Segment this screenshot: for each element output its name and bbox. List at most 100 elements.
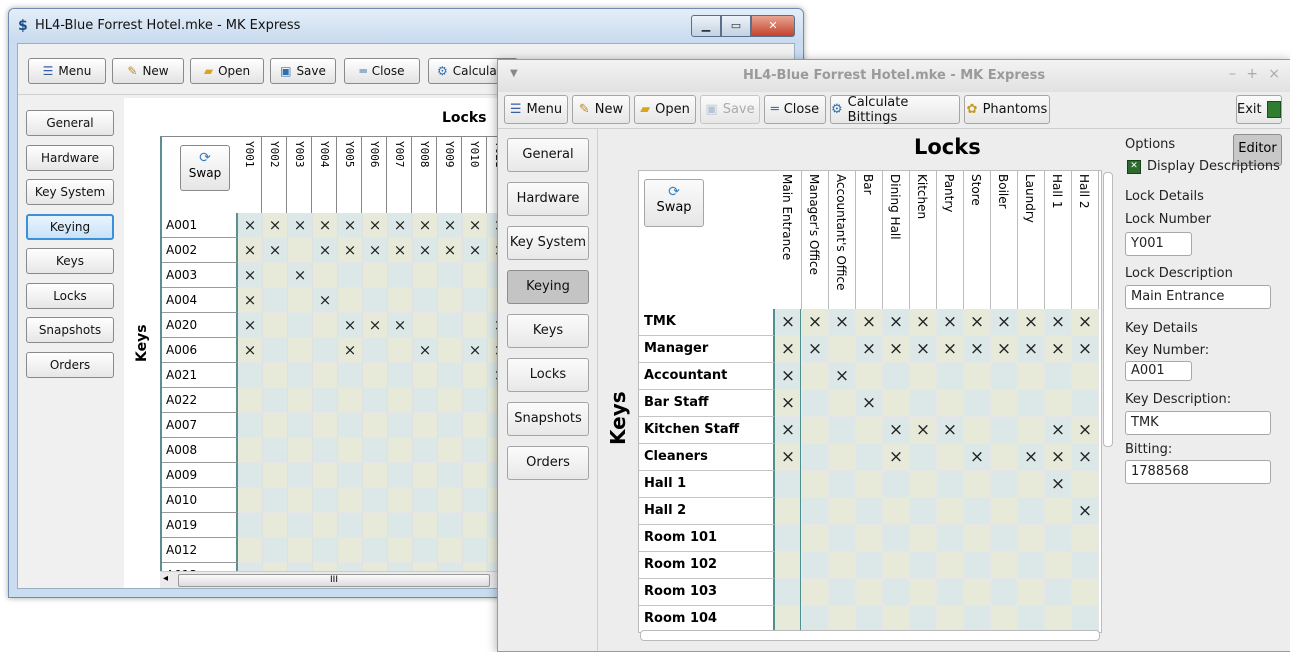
column-header-boiler[interactable]: Boiler bbox=[991, 171, 1018, 309]
back-keying-cell[interactable] bbox=[238, 413, 263, 438]
back-keying-cell[interactable] bbox=[263, 313, 288, 338]
column-header-store[interactable]: Store bbox=[964, 171, 991, 309]
keying-mark[interactable]: × bbox=[1045, 336, 1072, 363]
back-new-button[interactable]: ✎ New bbox=[112, 58, 184, 84]
keying-cell[interactable] bbox=[802, 498, 829, 525]
sidebar-item-keying[interactable]: Keying bbox=[507, 270, 589, 304]
keying-cell[interactable] bbox=[1045, 579, 1072, 606]
back-keying-cell[interactable] bbox=[413, 413, 438, 438]
keying-mark[interactable]: × bbox=[829, 363, 856, 390]
keying-cell[interactable] bbox=[802, 525, 829, 552]
key-description-field[interactable]: TMK bbox=[1125, 411, 1271, 435]
display-descriptions-label[interactable]: Display Descriptions bbox=[1147, 159, 1280, 174]
bitting-field[interactable]: 1788568 bbox=[1125, 460, 1271, 484]
keying-cell[interactable] bbox=[964, 417, 991, 444]
keying-cell[interactable] bbox=[856, 498, 883, 525]
back-save-button[interactable]: ▣ Save bbox=[270, 58, 336, 84]
keying-cell[interactable] bbox=[937, 606, 964, 632]
back-keying-cell[interactable] bbox=[463, 463, 488, 488]
back-keying-cell[interactable] bbox=[338, 538, 363, 563]
back-keying-cell[interactable] bbox=[288, 413, 313, 438]
back-keying-cell[interactable] bbox=[288, 538, 313, 563]
back-keying-cell[interactable] bbox=[263, 488, 288, 513]
lock-number-field[interactable]: Y001 bbox=[1125, 232, 1192, 256]
back-row-header[interactable]: A019 bbox=[162, 513, 238, 538]
keying-mark[interactable]: × bbox=[1045, 309, 1072, 336]
keying-cell[interactable] bbox=[829, 444, 856, 471]
sidebar-item-orders[interactable]: Orders bbox=[507, 446, 589, 480]
keying-cell[interactable] bbox=[910, 444, 937, 471]
back-keying-cell[interactable] bbox=[313, 263, 338, 288]
back-keying-cell[interactable] bbox=[363, 488, 388, 513]
back-keying-mark[interactable]: × bbox=[388, 213, 413, 238]
keying-mark[interactable]: × bbox=[883, 417, 910, 444]
maximize-icon[interactable]: + bbox=[1246, 66, 1258, 82]
back-keying-mark[interactable]: × bbox=[238, 238, 263, 263]
back-keying-mark[interactable]: × bbox=[338, 313, 363, 338]
keying-cell[interactable] bbox=[991, 390, 1018, 417]
back-keying-cell[interactable] bbox=[438, 488, 463, 513]
back-row-header[interactable]: A021 bbox=[162, 363, 238, 388]
back-keying-cell[interactable] bbox=[363, 438, 388, 463]
back-row-header[interactable]: A009 bbox=[162, 463, 238, 488]
open-button[interactable]: ▰ Open bbox=[634, 95, 696, 124]
back-keying-cell[interactable] bbox=[263, 288, 288, 313]
column-header-manager-s-office[interactable]: Manager's Office bbox=[802, 171, 829, 309]
back-keying-cell[interactable] bbox=[238, 363, 263, 388]
keying-cell[interactable] bbox=[883, 552, 910, 579]
scroll-left-icon[interactable]: ◂ bbox=[163, 573, 168, 584]
back-keying-cell[interactable] bbox=[363, 463, 388, 488]
keying-mark[interactable]: × bbox=[1072, 309, 1099, 336]
back-keying-cell[interactable] bbox=[388, 413, 413, 438]
keying-cell[interactable] bbox=[856, 417, 883, 444]
back-keying-mark[interactable]: × bbox=[238, 338, 263, 363]
back-keying-mark[interactable]: × bbox=[238, 313, 263, 338]
keying-cell[interactable] bbox=[937, 552, 964, 579]
keying-cell[interactable] bbox=[829, 336, 856, 363]
keying-cell[interactable] bbox=[910, 552, 937, 579]
back-keying-cell[interactable] bbox=[263, 363, 288, 388]
row-header-hall-1[interactable]: Hall 1 bbox=[639, 471, 775, 498]
back-keying-cell[interactable] bbox=[338, 263, 363, 288]
back-row-header[interactable]: A001 bbox=[162, 213, 238, 238]
keying-cell[interactable] bbox=[991, 498, 1018, 525]
save-button[interactable]: ▣ Save bbox=[700, 95, 760, 124]
back-keying-cell[interactable] bbox=[363, 338, 388, 363]
back-keying-cell[interactable] bbox=[438, 263, 463, 288]
keying-cell[interactable] bbox=[883, 606, 910, 632]
close-icon[interactable]: × bbox=[1268, 66, 1280, 82]
back-keying-mark[interactable]: × bbox=[363, 213, 388, 238]
keying-cell[interactable] bbox=[883, 363, 910, 390]
keying-mark[interactable]: × bbox=[775, 309, 802, 336]
back-keying-cell[interactable] bbox=[288, 438, 313, 463]
keying-cell[interactable] bbox=[1018, 579, 1045, 606]
sidebar-item-key-system[interactable]: Key System bbox=[507, 226, 589, 260]
keying-cell[interactable] bbox=[829, 471, 856, 498]
back-column-header[interactable]: Y003 bbox=[288, 137, 312, 213]
back-keying-cell[interactable] bbox=[438, 413, 463, 438]
back-keying-mark[interactable]: × bbox=[463, 238, 488, 263]
back-row-header[interactable]: A008 bbox=[162, 438, 238, 463]
back-keying-mark[interactable]: × bbox=[388, 313, 413, 338]
back-keying-cell[interactable] bbox=[463, 263, 488, 288]
keying-cell[interactable] bbox=[937, 390, 964, 417]
back-column-header[interactable]: Y002 bbox=[263, 137, 287, 213]
keying-cell[interactable] bbox=[910, 363, 937, 390]
back-keying-cell[interactable] bbox=[438, 288, 463, 313]
back-sidebar-item-key-system[interactable]: Key System bbox=[26, 179, 114, 205]
keying-cell[interactable] bbox=[910, 606, 937, 632]
back-keying-cell[interactable] bbox=[338, 488, 363, 513]
keying-mark[interactable]: × bbox=[856, 309, 883, 336]
keying-cell[interactable] bbox=[856, 444, 883, 471]
minimize-icon[interactable]: – bbox=[1229, 66, 1236, 82]
close-window-button[interactable]: ✕ bbox=[751, 15, 795, 37]
keying-cell[interactable] bbox=[964, 552, 991, 579]
back-keying-cell[interactable] bbox=[463, 513, 488, 538]
back-keying-cell[interactable] bbox=[263, 538, 288, 563]
keying-cell[interactable] bbox=[991, 552, 1018, 579]
back-column-header[interactable]: Y004 bbox=[313, 137, 337, 213]
back-column-header[interactable]: Y005 bbox=[338, 137, 362, 213]
keying-cell[interactable] bbox=[802, 552, 829, 579]
new-button[interactable]: ✎ New bbox=[572, 95, 630, 124]
keying-cell[interactable] bbox=[775, 579, 802, 606]
